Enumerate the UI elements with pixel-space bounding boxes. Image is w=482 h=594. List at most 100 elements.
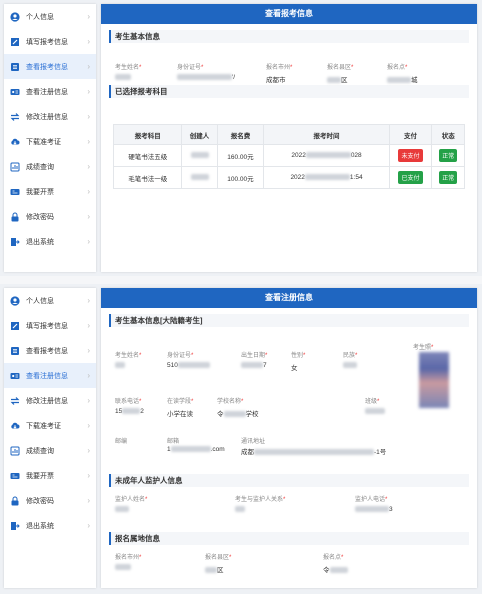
column-header: 报考时间 (263, 124, 390, 145)
sidebar-item-id-card[interactable]: 查看注册信息 › (4, 363, 96, 388)
chevron-right-icon: › (87, 471, 90, 480)
guardian-relation-value (235, 506, 245, 513)
sidebar-item-list[interactable]: 查看报考信息 › (4, 338, 96, 363)
area-county-label: 报名县区* (205, 555, 232, 561)
field-ethnic-label: 民族* (343, 353, 358, 359)
area-site-label: 报名点* (323, 555, 344, 561)
sidebar-item-user[interactable]: 个人信息 › (4, 4, 96, 29)
chevron-right-icon: › (87, 346, 90, 355)
subjects-table: 报考科目 创建人 报名费 报考时间 支付 状态 硬笔书法五级 160.00元 2022 02… (112, 124, 465, 189)
sidebar-item-lock[interactable]: 修改密码 › (4, 204, 96, 229)
field-address-label: 通讯地址 (241, 439, 266, 445)
column-header: 报名费 (216, 124, 265, 145)
field-class-value (365, 408, 385, 415)
chevron-right-icon: › (87, 396, 90, 405)
chevron-right-icon: › (87, 37, 90, 46)
guardian-phone-value: 3 (355, 506, 393, 513)
sidebar-item-label: 查看注册信息 (26, 88, 68, 96)
guardian-phone-label: 监护人电话* (355, 497, 388, 503)
logout-icon (10, 237, 20, 247)
status-badge: 正常 (439, 149, 458, 162)
area-county-value: 区 (205, 564, 224, 574)
sidebar-item-cloud-download[interactable]: 下载准考证 › (4, 413, 96, 438)
status-cell: 正常 (431, 166, 465, 189)
sidebar-item-label: 查看报考信息 (26, 347, 68, 355)
sidebar-item-logout[interactable]: 退出系统 › (4, 513, 96, 538)
invoice-icon (10, 471, 20, 481)
time-cell: 2022 028 (263, 144, 390, 167)
status-cell: 正常 (431, 144, 465, 167)
field-site-value: 城 (387, 74, 418, 84)
page-title: 查看注册信息 (101, 288, 477, 308)
field-site-label: 报名点* (387, 65, 408, 71)
field-county-value: 区 (327, 74, 348, 84)
area-city-value (115, 564, 131, 571)
sidebar-item-label: 成绩查询 (26, 447, 54, 455)
sidebar-item-logout[interactable]: 退出系统 › (4, 229, 96, 254)
sidebar-item-invoice[interactable]: 我要开票 › (4, 463, 96, 488)
field-city-value: 成都市 (266, 77, 286, 84)
chevron-right-icon: › (87, 237, 90, 246)
sidebar-item-label: 我要开票 (26, 188, 54, 196)
fee-cell: 100.00元 (216, 166, 265, 189)
sidebar-item-invoice[interactable]: 我要开票 › (4, 179, 96, 204)
sidebar-item-label: 我要开票 (26, 472, 54, 480)
sidebar-item-lock[interactable]: 修改密码 › (4, 488, 96, 513)
sidebar-item-edit[interactable]: 填写报考信息 › (4, 313, 96, 338)
field-school-level-label: 在读学段* (167, 399, 194, 405)
user-icon (10, 295, 20, 306)
field-city-label: 报名市州* (266, 65, 293, 71)
main-content: 查看报考信息 考生基本信息 考生姓名* 身份证号* 报名市州* 报名县区* 报名… (101, 4, 477, 272)
page-title: 查看报考信息 (101, 4, 477, 24)
id-card-icon (10, 371, 20, 381)
field-id-label: 身份证号* (177, 65, 204, 71)
field-birth-value: 7 (241, 362, 267, 369)
field-email-value: 1 .com (167, 446, 225, 453)
sidebar-item-label: 下载准考证 (26, 138, 61, 146)
field-ethnic-value (343, 362, 357, 369)
sidebar-item-swap[interactable]: 修改注册信息 › (4, 388, 96, 413)
registration-info-panel: 个人信息 › 填写报考信息 › 查看报考信息 › 查看注册信息 › 修改注册信息 › 下载准考证 › 成… (0, 284, 482, 594)
edit-icon (10, 37, 20, 47)
chevron-right-icon: › (87, 212, 90, 221)
list-icon (10, 346, 20, 356)
field-name-label: 考生姓名* (115, 353, 142, 359)
sidebar-item-cloud-download[interactable]: 下载准考证 › (4, 129, 96, 154)
guardian-relation-label: 考生与监护人关系* (235, 497, 286, 503)
sidebar-item-label: 修改密码 (26, 497, 54, 505)
guardian-name-label: 监护人姓名* (115, 497, 148, 503)
list-icon (10, 62, 20, 72)
field-address-value: 成都 -1号 (241, 449, 387, 456)
sidebar-item-label: 退出系统 (26, 238, 54, 246)
field-name-value (115, 74, 131, 81)
table-row: 毛笔书法一级 100.00元 2022 1:54 已支付 正常 (112, 166, 465, 189)
chevron-right-icon: › (87, 137, 90, 146)
chevron-right-icon: › (87, 12, 90, 21)
chevron-right-icon: › (87, 421, 90, 430)
guardian-name-value (115, 506, 129, 513)
sidebar-item-list[interactable]: 查看报考信息 › (4, 54, 96, 79)
field-school-label: 学校名称* (217, 399, 244, 405)
sidebar-item-swap[interactable]: 修改注册信息 › (4, 104, 96, 129)
field-id-value: 510 (167, 362, 210, 369)
field-gender-label: 性别* (291, 353, 306, 359)
sidebar-item-label: 退出系统 (26, 522, 54, 530)
area-city-label: 报名市州* (115, 555, 142, 561)
sidebar-item-grade[interactable]: 成绩查询 › (4, 438, 96, 463)
chevron-right-icon: › (87, 87, 90, 96)
sidebar-item-user[interactable]: 个人信息 › (4, 288, 96, 313)
sidebar: 个人信息 › 填写报考信息 › 查看报考信息 › 查看注册信息 › 修改注册信息 › 下载准考证 › 成… (4, 288, 96, 588)
field-gender-value: 女 (291, 365, 298, 372)
grade-icon (10, 446, 20, 456)
field-school-value: 令学校 (217, 411, 259, 418)
field-email-label: 邮箱 (167, 439, 180, 445)
sidebar-item-id-card[interactable]: 查看注册信息 › (4, 79, 96, 104)
sidebar-item-grade[interactable]: 成绩查询 › (4, 154, 96, 179)
section-selected-subjects: 已选择报考科目 (109, 85, 469, 98)
time-cell: 2022 1:54 (263, 166, 390, 189)
unpaid-badge[interactable]: 未支付 (398, 149, 423, 162)
sidebar-item-edit[interactable]: 填写报考信息 › (4, 29, 96, 54)
chevron-right-icon: › (87, 371, 90, 380)
status-badge: 正常 (439, 171, 458, 184)
paid-badge: 已支付 (398, 171, 423, 184)
